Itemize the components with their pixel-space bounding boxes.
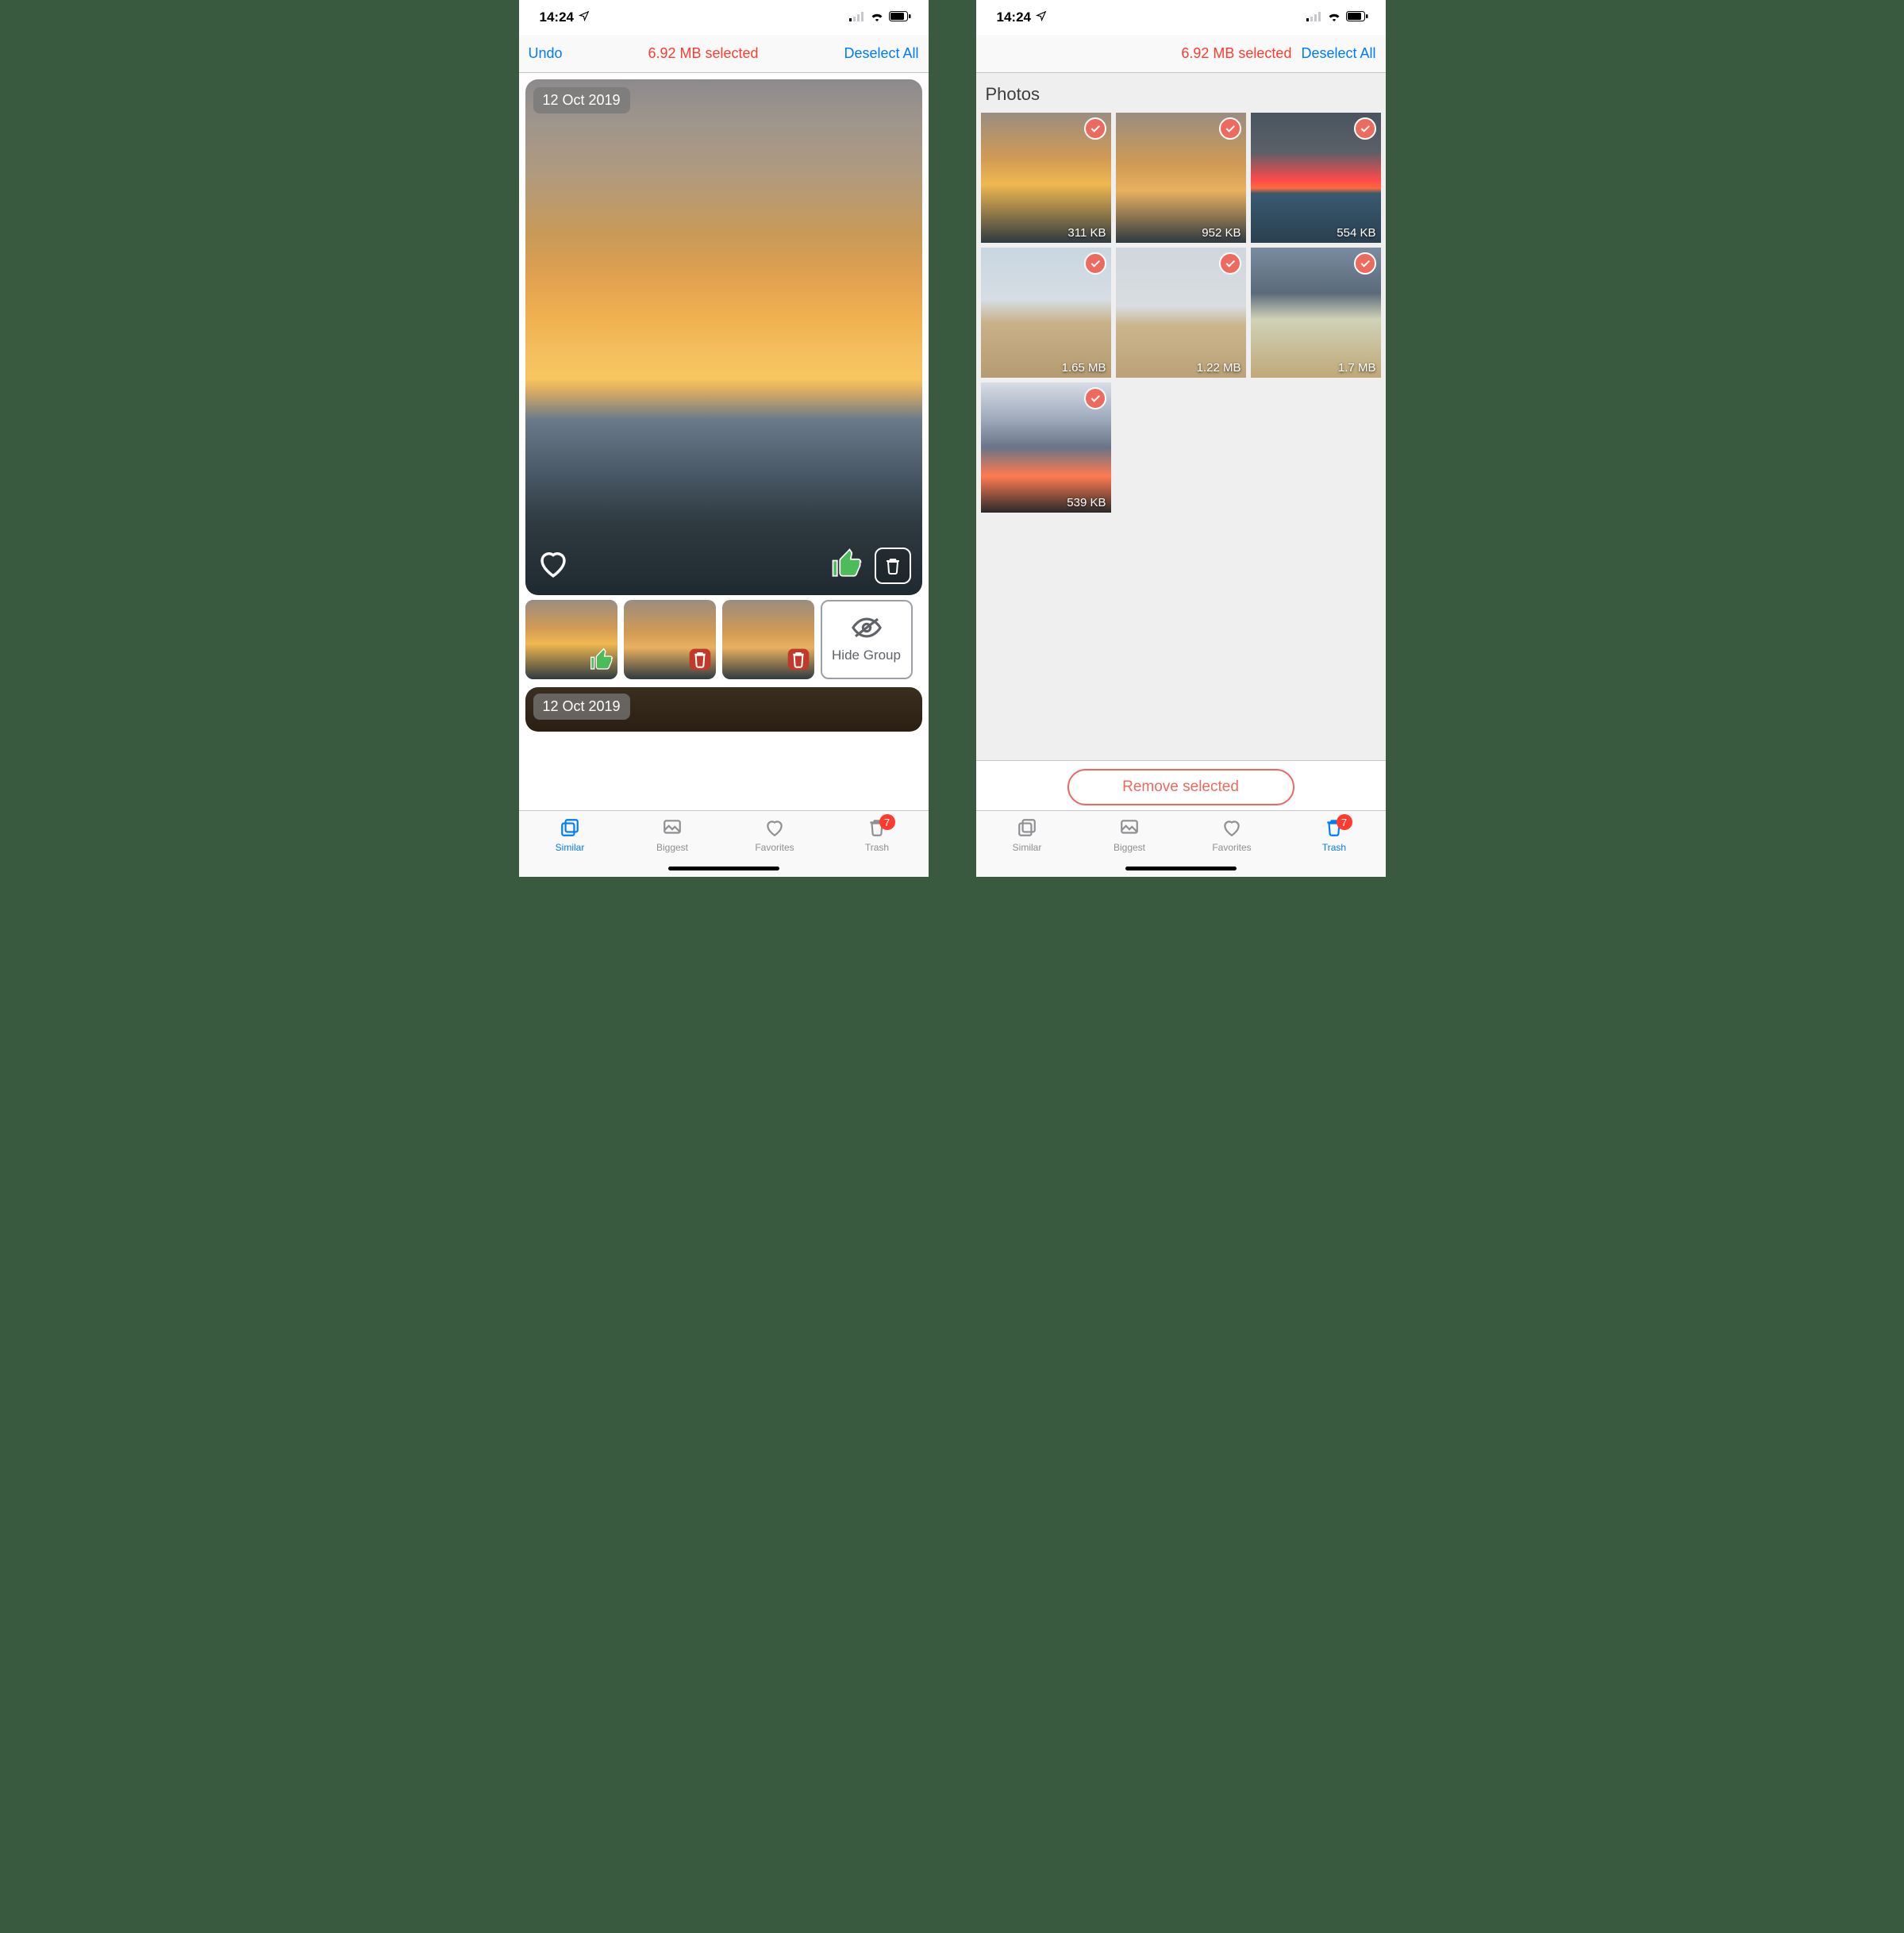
cell-size: 952 KB [1202,226,1240,240]
tab-similar[interactable]: Similar [519,817,621,853]
hide-group-label: Hide Group [832,648,901,663]
tab-label: Favorites [1212,842,1251,853]
check-icon [1084,252,1106,275]
tab-favorites[interactable]: Favorites [1181,817,1283,853]
tab-favorites[interactable]: Favorites [724,817,826,853]
remove-bar: Remove selected [976,760,1386,810]
trash-badge-icon [786,647,811,676]
trash-cell[interactable]: 1.22 MB [1116,248,1246,378]
tab-label: Trash [1322,842,1346,853]
battery-icon [1346,10,1368,25]
thumbnail-2[interactable] [624,600,716,679]
trash-content: Photos 311 KB 952 KB 554 KB [976,73,1386,760]
check-icon [1219,252,1241,275]
thumbnail-strip: Hide Group [519,600,929,679]
wifi-icon [870,10,884,25]
trash-count-badge: 7 [1337,814,1352,830]
location-icon [1036,10,1047,25]
tab-label: Favorites [755,842,794,853]
trash-cell[interactable]: 1.65 MB [981,248,1111,378]
similar-content: 12 Oct 2019 [519,73,929,810]
trash-cell[interactable]: 539 KB [981,382,1111,513]
phone-similar-view: 14:24 Undo 6.92 MB selected Desele [519,0,929,877]
cell-size: 539 KB [1067,496,1106,509]
tab-biggest[interactable]: Biggest [621,817,724,853]
battery-icon [889,10,911,25]
check-icon [1084,117,1106,140]
selection-size-label: 6.92 MB selected [563,45,844,62]
remove-selected-button[interactable]: Remove selected [1067,769,1294,805]
deselect-all-button[interactable]: Deselect All [844,45,918,62]
cell-size: 1.65 MB [1062,361,1106,375]
phone-trash-view: 14:24 6.92 MB selected Deselect All Phot… [976,0,1386,877]
photo-date-badge: 12 Oct 2019 [533,694,630,720]
stack-icon [558,817,582,840]
home-indicator[interactable] [1125,867,1237,870]
check-icon [1354,117,1376,140]
cell-size: 1.22 MB [1197,361,1241,375]
tab-label: Trash [865,842,889,853]
next-photo-card[interactable]: 12 Oct 2019 [525,687,922,732]
check-icon [1219,117,1241,140]
trash-cell[interactable]: 311 KB [981,113,1111,243]
check-icon [1354,252,1376,275]
trash-cell[interactable]: 952 KB [1116,113,1246,243]
photo-image [525,79,922,595]
photo-card[interactable]: 12 Oct 2019 [525,79,922,595]
selection-size-label: 6.92 MB selected [986,45,1302,62]
tab-label: Similar [556,842,585,853]
status-bar: 14:24 [976,0,1386,35]
heart-icon [763,817,787,840]
nav-bar: Undo 6.92 MB selected Deselect All [519,35,929,73]
tab-biggest[interactable]: Biggest [1079,817,1181,853]
cell-size: 311 KB [1067,226,1106,240]
trash-grid: 311 KB 952 KB 554 KB 1.65 MB [976,113,1386,513]
tab-trash[interactable]: 7 Trash [826,817,929,853]
trash-button[interactable] [875,548,911,584]
trash-badge-icon [687,647,713,676]
tab-label: Biggest [656,842,688,853]
cellular-icon [1306,10,1322,25]
thumbnail-3[interactable] [722,600,814,679]
status-time: 14:24 [540,10,574,25]
nav-bar: 6.92 MB selected Deselect All [976,35,1386,73]
location-icon [579,10,590,25]
trash-cell[interactable]: 554 KB [1251,113,1381,243]
keep-badge-icon [589,647,614,676]
undo-button[interactable]: Undo [529,45,563,62]
status-time: 14:24 [997,10,1031,25]
section-title: Photos [976,73,1386,113]
tab-label: Similar [1013,842,1042,853]
thumbnail-1[interactable] [525,600,617,679]
check-icon [1084,387,1106,409]
trash-count-badge: 7 [879,814,895,830]
tab-label: Biggest [1114,842,1145,853]
wifi-icon [1327,10,1341,25]
eye-off-icon [852,617,882,643]
stack-icon [1015,817,1039,840]
cell-size: 554 KB [1337,226,1375,240]
trash-cell[interactable]: 1.7 MB [1251,248,1381,378]
keep-button[interactable] [830,547,864,584]
grid-filler [976,513,1386,760]
hide-group-button[interactable]: Hide Group [821,600,913,679]
status-bar: 14:24 [519,0,929,35]
tab-trash[interactable]: 7 Trash [1283,817,1386,853]
image-icon [660,817,684,840]
tab-similar[interactable]: Similar [976,817,1079,853]
image-icon [1117,817,1141,840]
home-indicator[interactable] [668,867,779,870]
deselect-all-button[interactable]: Deselect All [1301,45,1375,62]
screenshot-pair: 14:24 Undo 6.92 MB selected Desele [519,0,1386,877]
favorite-button[interactable] [537,570,570,583]
heart-icon [1220,817,1244,840]
photo-date-badge: 12 Oct 2019 [533,87,630,113]
cell-size: 1.7 MB [1338,361,1376,375]
cellular-icon [849,10,865,25]
